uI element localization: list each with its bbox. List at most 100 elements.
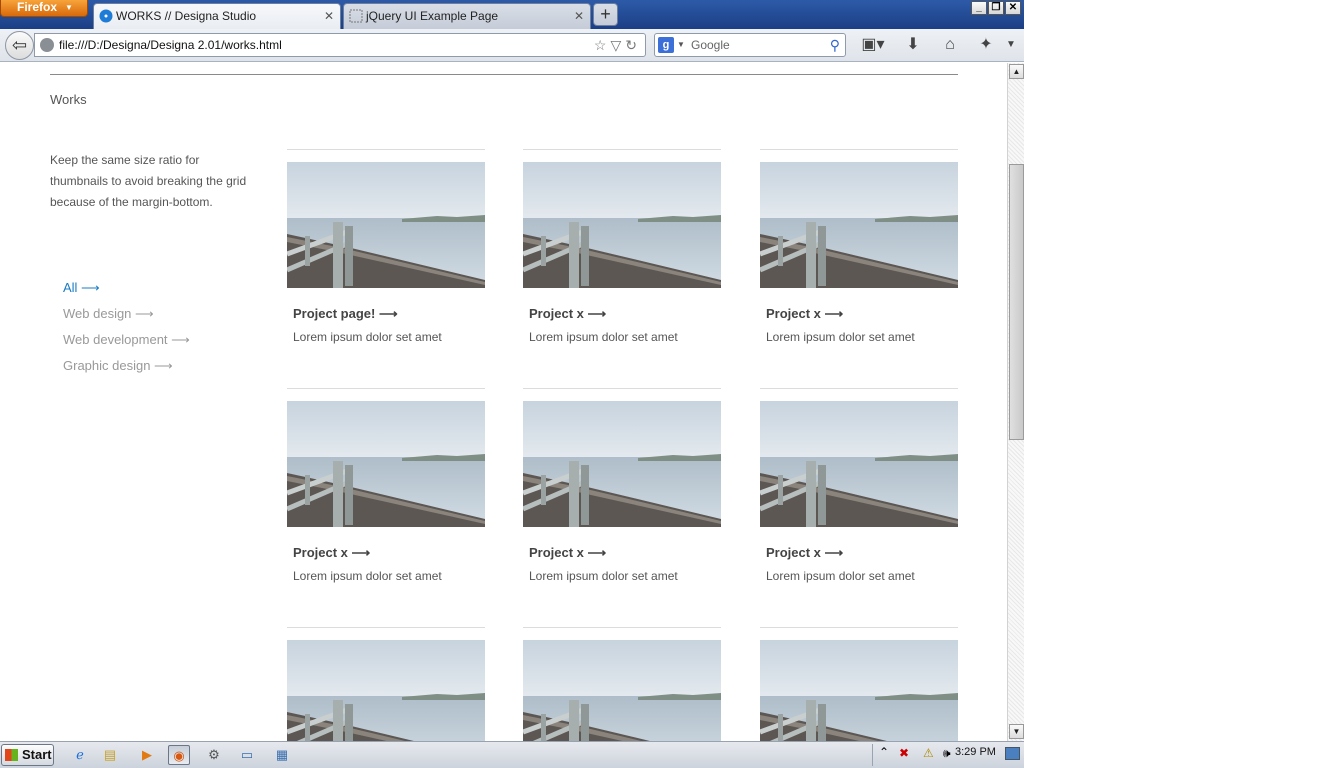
project-description: Lorem ipsum dolor set amet [529, 330, 678, 344]
project-image[interactable] [523, 640, 721, 741]
google-icon[interactable]: g [658, 37, 674, 53]
explorer-icon[interactable]: ▤ [99, 745, 121, 765]
history-dropdown-icon[interactable]: ▽ [610, 37, 625, 53]
project-image[interactable] [287, 640, 485, 741]
volume-icon[interactable]: 🕪 [943, 746, 951, 761]
project-image[interactable] [760, 640, 958, 741]
clock[interactable]: 3:29 PM [955, 746, 996, 758]
minimize-icon[interactable]: _ [971, 1, 987, 15]
project-thumbnail [760, 640, 958, 741]
project-image[interactable] [523, 401, 721, 527]
filter-graphic-design[interactable]: Graphic design ⟶ [63, 353, 190, 379]
project-thumbnail [523, 401, 721, 527]
project-thumbnail [760, 401, 958, 527]
window-icon[interactable]: ▭ [236, 745, 258, 765]
project-image[interactable] [760, 401, 958, 527]
home-icon[interactable]: ⌂ [938, 34, 962, 56]
project-image[interactable] [287, 162, 485, 288]
title-bar: Firefox ▼ WORKS // Designa Studio ✕ jQuer… [0, 0, 1024, 29]
scrollbar-thumb[interactable] [1009, 164, 1024, 440]
navigation-toolbar: ⇦ file:///D:/Designa/Designa 2.01/works.… [0, 29, 1024, 62]
tab-jquery-ui[interactable]: jQuery UI Example Page ✕ [343, 3, 591, 29]
project-description: Lorem ipsum dolor set amet [766, 330, 915, 344]
back-button[interactable]: ⇦ [5, 31, 34, 60]
security-icon[interactable]: ⚠ [923, 746, 934, 760]
addons-icon[interactable]: ✦ [975, 34, 997, 56]
card-divider [523, 627, 721, 628]
search-placeholder: Google [691, 38, 730, 52]
search-icon[interactable]: ⚲ [830, 34, 840, 56]
desktop-background [1024, 0, 1341, 768]
project-image[interactable] [287, 401, 485, 527]
project-title[interactable]: Project x ⟶ [766, 306, 843, 322]
bookmarks-icon[interactable]: ▣▾ [858, 34, 888, 56]
card-divider [760, 149, 958, 150]
notepad-icon[interactable]: ▦ [271, 745, 293, 765]
filter-list: All ⟶ Web design ⟶ Web development ⟶ Gra… [63, 275, 190, 379]
globe-icon [40, 38, 54, 52]
project-thumbnail [287, 401, 485, 527]
project-title[interactable]: Project x ⟶ [766, 545, 843, 561]
project-thumbnail [760, 162, 958, 288]
filter-web-design[interactable]: Web design ⟶ [63, 301, 190, 327]
vertical-scrollbar[interactable]: ▲ ▼ [1007, 63, 1024, 741]
project-thumbnail [287, 162, 485, 288]
settings-icon[interactable]: ⚙ [203, 745, 225, 765]
search-bar[interactable]: g ▼ Google ⚲ [654, 33, 846, 57]
card-divider [523, 149, 721, 150]
project-title[interactable]: Project page! ⟶ [293, 306, 398, 322]
scroll-up-icon[interactable]: ▲ [1009, 64, 1024, 79]
start-label: Start [22, 747, 52, 762]
project-description: Lorem ipsum dolor set amet [529, 569, 678, 583]
firefox-menu-label: Firefox [17, 0, 58, 14]
site-favicon-icon [99, 9, 113, 23]
tab-works[interactable]: WORKS // Designa Studio ✕ [93, 3, 341, 29]
firefox-menu-button[interactable]: Firefox ▼ [0, 0, 88, 17]
project-description: Lorem ipsum dolor set amet [293, 330, 442, 344]
project-thumbnail [287, 640, 485, 741]
url-bar[interactable]: file:///D:/Designa/Designa 2.01/works.ht… [34, 33, 646, 57]
url-text: file:///D:/Designa/Designa 2.01/works.ht… [59, 38, 282, 52]
close-tab-icon[interactable]: ✕ [574, 4, 584, 28]
close-icon[interactable]: ✕ [1005, 1, 1021, 15]
caret-down-icon[interactable]: ▼ [677, 34, 685, 56]
filter-web-development[interactable]: Web development ⟶ [63, 327, 190, 353]
show-desktop-icon[interactable] [1005, 747, 1020, 760]
card-divider [287, 149, 485, 150]
card-divider [760, 388, 958, 389]
reload-icon[interactable]: ↻ [625, 37, 641, 53]
system-tray: ⌃ ✖ ⚠ 🕪 [872, 744, 1024, 766]
new-tab-button[interactable]: + [593, 3, 618, 26]
divider [50, 74, 958, 75]
project-title[interactable]: Project x ⟶ [529, 306, 606, 322]
menu-icon[interactable]: ▼ [1003, 34, 1019, 56]
taskbar: Start ℯ ▤ ▶ ◉ ⚙ ▭ ▦ ⌃ ✖ ⚠ 🕪 3:29 PM [0, 741, 1024, 768]
filter-all[interactable]: All ⟶ [63, 275, 190, 301]
bookmark-star-icon[interactable]: ☆ [594, 37, 611, 53]
restore-icon[interactable]: ❐ [988, 1, 1004, 15]
project-title[interactable]: Project x ⟶ [529, 545, 606, 561]
media-player-icon[interactable]: ▶ [136, 745, 158, 765]
project-image[interactable] [760, 162, 958, 288]
network-icon[interactable]: ✖ [899, 746, 909, 760]
scroll-down-icon[interactable]: ▼ [1009, 724, 1024, 739]
project-thumbnail [523, 640, 721, 741]
ie-icon[interactable]: ℯ [69, 745, 91, 765]
project-title[interactable]: Project x ⟶ [293, 545, 370, 561]
caret-down-icon: ▼ [65, 3, 73, 12]
close-tab-icon[interactable]: ✕ [324, 4, 334, 28]
show-hidden-icons-icon[interactable]: ⌃ [879, 745, 889, 759]
download-icon[interactable]: ⬇ [902, 34, 924, 56]
card-divider [760, 627, 958, 628]
browser-window: Firefox ▼ WORKS // Designa Studio ✕ jQuer… [0, 0, 1024, 741]
project-description: Lorem ipsum dolor set amet [293, 569, 442, 583]
tab-title: jQuery UI Example Page [366, 9, 499, 23]
windows-logo-icon [5, 749, 18, 761]
project-image[interactable] [523, 162, 721, 288]
card-divider [523, 388, 721, 389]
intro-text: Keep the same size ratio for thumbnails … [50, 153, 247, 209]
blank-page-icon [349, 9, 363, 23]
firefox-icon[interactable]: ◉ [168, 745, 190, 765]
project-description: Lorem ipsum dolor set amet [766, 569, 915, 583]
start-button[interactable]: Start [1, 744, 54, 766]
